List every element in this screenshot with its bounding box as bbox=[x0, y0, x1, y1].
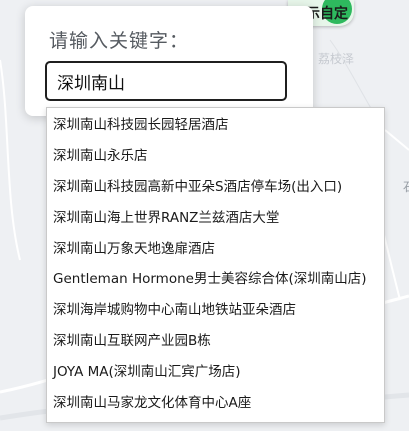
suggestion-item[interactable]: 深圳海岸城购物中心南山地铁站亚朵酒店 bbox=[47, 295, 384, 326]
suggestion-item[interactable]: 深圳南山科技园长园轻居酒店 bbox=[47, 110, 384, 141]
search-panel: 请输入关键字： bbox=[25, 6, 313, 116]
suggestion-item[interactable]: 深圳南山马家龙文化体育中心A座 bbox=[47, 388, 384, 419]
search-input[interactable] bbox=[45, 61, 287, 101]
map-place-label-edge: 石 bbox=[403, 178, 409, 195]
map-place-label-faint: 荔枝泽 bbox=[318, 52, 355, 66]
suggestion-item[interactable]: 深圳南山海上世界RANZ兰兹酒店大堂 bbox=[47, 203, 384, 234]
search-label: 请输入关键字： bbox=[49, 30, 190, 52]
suggestion-item[interactable]: 深圳南山互联网产业园B栋 bbox=[47, 326, 384, 357]
suggestion-item[interactable]: JOYA MA(深圳南山汇宾广场店) bbox=[47, 357, 384, 388]
autocomplete-dropdown: 深圳南山科技园长园轻居酒店 深圳南山永乐店 深圳南山科技园高新中亚朵S酒店停车场… bbox=[46, 107, 385, 423]
suggestion-item[interactable]: 深圳南山万象天地逸扉酒店 bbox=[47, 234, 384, 265]
suggestion-item[interactable]: 深圳南山永乐店 bbox=[47, 141, 384, 172]
suggestion-item[interactable]: Gentleman Hormone男士美容综合体(深圳南山店) bbox=[47, 264, 384, 295]
suggestion-item[interactable]: 深圳南山科技园高新中亚朵S酒店停车场(出入口) bbox=[47, 172, 384, 203]
